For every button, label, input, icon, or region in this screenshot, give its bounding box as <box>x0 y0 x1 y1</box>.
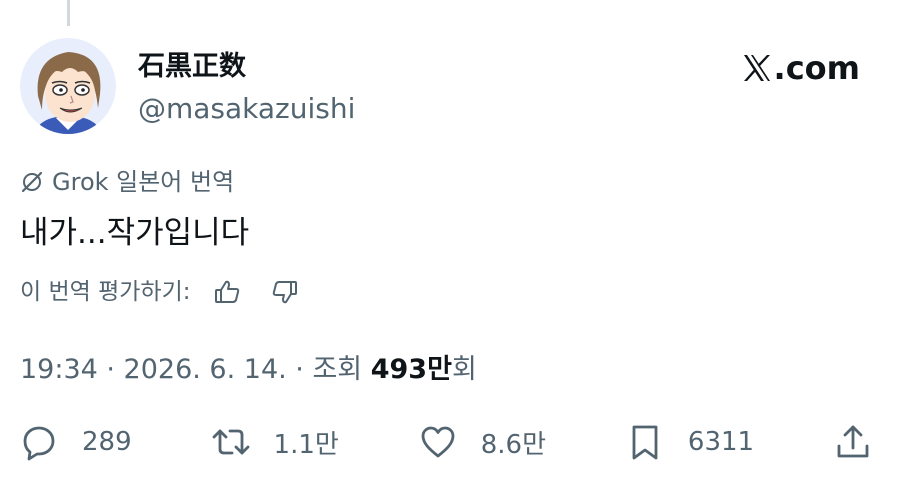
views-suffix: 회 <box>451 354 477 385</box>
bookmark-button[interactable]: 6311 <box>626 423 754 461</box>
reply-icon <box>23 426 55 461</box>
views-count: 493만 <box>370 354 452 385</box>
tweet-translated-text: 내가...작가입니다 <box>20 215 250 251</box>
grok-translation-text: Grok 일본어 번역 <box>52 168 235 196</box>
author-handle[interactable]: @masakazuishi <box>138 91 355 127</box>
share-button[interactable] <box>834 423 872 461</box>
repost-icon <box>212 429 249 455</box>
author-display-name[interactable]: 石黒正数 <box>138 50 246 84</box>
thread-connector-line <box>67 0 70 26</box>
reply-button[interactable]: 289 <box>20 423 132 461</box>
repost-button[interactable]: 1.1만 <box>212 423 339 461</box>
repost-count: 1.1만 <box>273 429 339 460</box>
x-com-watermark-text: .com <box>773 49 860 87</box>
avatar[interactable] <box>20 38 116 134</box>
reply-count: 289 <box>82 427 132 457</box>
avatar-illustration <box>20 38 116 134</box>
thumbs-up-icon[interactable] <box>213 278 241 306</box>
bookmark-count: 6311 <box>687 427 755 457</box>
like-button[interactable]: 8.6만 <box>419 423 546 461</box>
x-logo-icon <box>743 55 770 81</box>
tweet-timestamp[interactable]: 19:34 · 2026. 6. 14. · 조회 <box>20 354 371 385</box>
rate-translation-label: 이 번역 평가하기: <box>20 279 191 305</box>
grok-icon <box>21 171 43 193</box>
heart-icon <box>421 426 455 458</box>
x-com-watermark: .com <box>742 49 860 87</box>
grok-translation-label: Grok 일본어 번역 <box>20 167 234 197</box>
tweet-action-bar: 289 1.1만 8.6만 6311 <box>20 418 872 466</box>
share-icon <box>837 425 869 458</box>
tweet-meta: 19:34 · 2026. 6. 14. · 조회 493만회 <box>20 352 477 388</box>
bookmark-icon <box>632 425 658 460</box>
like-count: 8.6만 <box>480 429 547 460</box>
thumbs-down-icon[interactable] <box>271 278 299 306</box>
rate-translation-row: 이 번역 평가하기: <box>20 276 299 308</box>
